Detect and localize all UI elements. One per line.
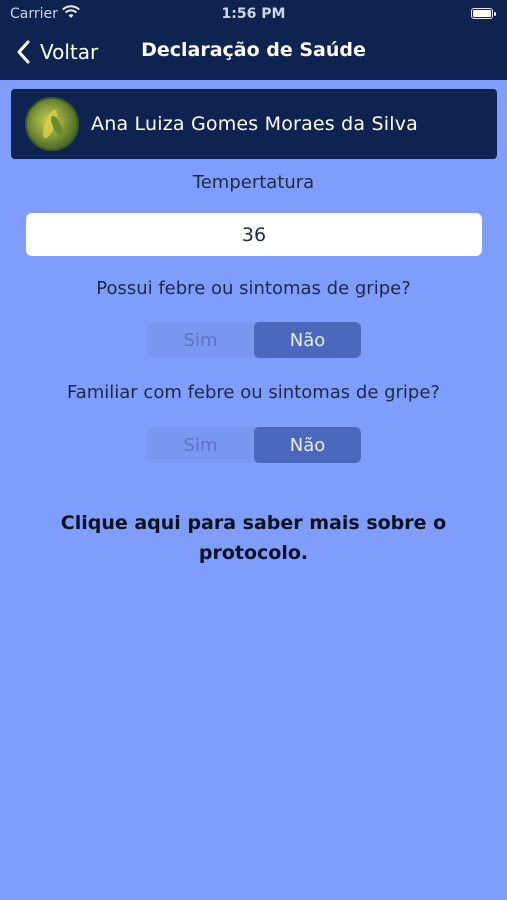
protocol-link[interactable]: Clique aqui para saber mais sobre o prot… <box>40 508 467 568</box>
fever-option-sim[interactable]: Sim <box>147 322 254 358</box>
page-title: Declaração de Saúde <box>141 39 366 61</box>
fever-segmented-control[interactable]: Sim Não <box>147 322 361 358</box>
status-bar: Carrier 1:56 PM <box>0 0 507 28</box>
question-family-label: Familiar com febre ou sintomas de gripe? <box>67 382 440 403</box>
clock: 1:56 PM <box>221 6 286 22</box>
question-fever-label: Possui febre ou sintomas de gripe? <box>96 278 411 299</box>
temperature-label: Tempertatura <box>192 172 315 193</box>
avatar <box>25 97 79 151</box>
family-segmented-control[interactable]: Sim Não <box>147 427 361 463</box>
battery-icon <box>471 8 496 19</box>
family-option-sim[interactable]: Sim <box>147 427 254 463</box>
user-name: Ana Luiza Gomes Moraes da Silva <box>91 113 418 135</box>
family-option-nao[interactable]: Não <box>254 427 361 463</box>
user-profile-card: Ana Luiza Gomes Moraes da Silva <box>11 89 497 159</box>
fever-option-nao[interactable]: Não <box>254 322 361 358</box>
temperature-input[interactable] <box>26 213 482 256</box>
